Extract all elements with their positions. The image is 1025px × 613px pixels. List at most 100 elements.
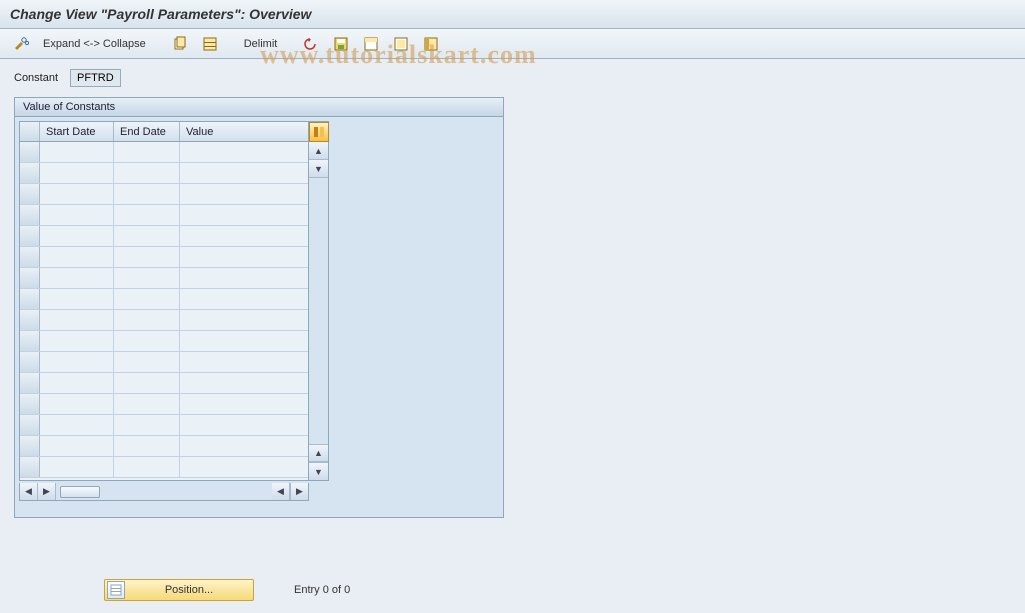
row-selector[interactable] [20,310,40,330]
cell-start-date[interactable] [40,373,114,393]
cell-value[interactable] [180,247,298,267]
cell-value[interactable] [180,373,298,393]
row-selector[interactable] [20,415,40,435]
cell-end-date[interactable] [114,163,180,183]
cell-value[interactable] [180,289,298,309]
cell-end-date[interactable] [114,184,180,204]
cell-value[interactable] [180,142,298,162]
scroll-right-step-button[interactable]: ▶ [38,483,56,500]
delimit-button[interactable]: Delimit [239,35,283,53]
cell-start-date[interactable] [40,163,114,183]
column-header-value[interactable]: Value [180,122,298,141]
undo-button[interactable] [298,33,324,55]
cell-end-date[interactable] [114,247,180,267]
cell-start-date[interactable] [40,226,114,246]
table-row[interactable] [20,394,308,415]
copy-button[interactable] [167,33,193,55]
row-selector[interactable] [20,142,40,162]
table-settings-button[interactable] [418,33,444,55]
table-row[interactable] [20,310,308,331]
table-row[interactable] [20,373,308,394]
scroll-up-step-button[interactable]: ▲ [309,444,328,462]
table-row[interactable] [20,247,308,268]
row-selector[interactable] [20,205,40,225]
cell-end-date[interactable] [114,394,180,414]
vertical-scrollbar[interactable]: ▲ ▼ ▲ ▼ [309,121,329,481]
cell-value[interactable] [180,205,298,225]
select-all-button[interactable] [197,33,223,55]
scroll-down-step-button[interactable]: ▼ [309,160,328,178]
horizontal-scroll-thumb[interactable] [60,486,100,498]
select-block-button[interactable] [358,33,384,55]
cell-value[interactable] [180,184,298,204]
scroll-up-button[interactable]: ▲ [309,142,328,160]
cell-end-date[interactable] [114,436,180,456]
row-selector[interactable] [20,373,40,393]
row-selector[interactable] [20,457,40,477]
deselect-all-button[interactable] [388,33,414,55]
row-selector[interactable] [20,289,40,309]
row-selector[interactable] [20,268,40,288]
vertical-scroll-track[interactable] [309,178,328,444]
cell-start-date[interactable] [40,268,114,288]
cell-start-date[interactable] [40,205,114,225]
cell-value[interactable] [180,331,298,351]
cell-end-date[interactable] [114,142,180,162]
row-selector-header[interactable] [20,122,40,141]
save-button[interactable] [328,33,354,55]
toggle-display-change-button[interactable] [8,33,34,55]
row-selector[interactable] [20,394,40,414]
column-header-end-date[interactable]: End Date [114,122,180,141]
cell-end-date[interactable] [114,415,180,435]
cell-value[interactable] [180,310,298,330]
row-selector[interactable] [20,226,40,246]
cell-end-date[interactable] [114,373,180,393]
cell-start-date[interactable] [40,457,114,477]
cell-start-date[interactable] [40,394,114,414]
cell-start-date[interactable] [40,310,114,330]
cell-end-date[interactable] [114,310,180,330]
cell-start-date[interactable] [40,331,114,351]
cell-end-date[interactable] [114,331,180,351]
cell-start-date[interactable] [40,415,114,435]
table-row[interactable] [20,352,308,373]
table-row[interactable] [20,226,308,247]
cell-start-date[interactable] [40,142,114,162]
horizontal-scrollbar[interactable]: ◀ ▶ ◀ ▶ [19,483,309,501]
cell-end-date[interactable] [114,226,180,246]
cell-value[interactable] [180,163,298,183]
table-row[interactable] [20,415,308,436]
table-row[interactable] [20,184,308,205]
table-row[interactable] [20,289,308,310]
cell-value[interactable] [180,394,298,414]
cell-value[interactable] [180,268,298,288]
scroll-left-step-button[interactable]: ◀ [272,483,290,500]
table-row[interactable] [20,457,308,478]
table-row[interactable] [20,331,308,352]
table-row[interactable] [20,268,308,289]
cell-end-date[interactable] [114,457,180,477]
table-row[interactable] [20,205,308,226]
row-selector[interactable] [20,352,40,372]
cell-start-date[interactable] [40,184,114,204]
horizontal-scroll-track[interactable] [56,486,272,498]
cell-end-date[interactable] [114,352,180,372]
cell-start-date[interactable] [40,289,114,309]
cell-end-date[interactable] [114,289,180,309]
cell-value[interactable] [180,352,298,372]
cell-start-date[interactable] [40,436,114,456]
row-selector[interactable] [20,184,40,204]
cell-value[interactable] [180,436,298,456]
cell-end-date[interactable] [114,205,180,225]
scroll-left-button[interactable]: ◀ [20,483,38,500]
cell-value[interactable] [180,415,298,435]
configure-columns-button[interactable] [309,122,329,142]
expand-collapse-button[interactable]: Expand <-> Collapse [38,35,151,53]
scroll-right-button[interactable]: ▶ [290,483,308,500]
cell-start-date[interactable] [40,247,114,267]
row-selector[interactable] [20,163,40,183]
row-selector[interactable] [20,331,40,351]
constant-value[interactable]: PFTRD [70,69,121,87]
cell-value[interactable] [180,457,298,477]
row-selector[interactable] [20,436,40,456]
